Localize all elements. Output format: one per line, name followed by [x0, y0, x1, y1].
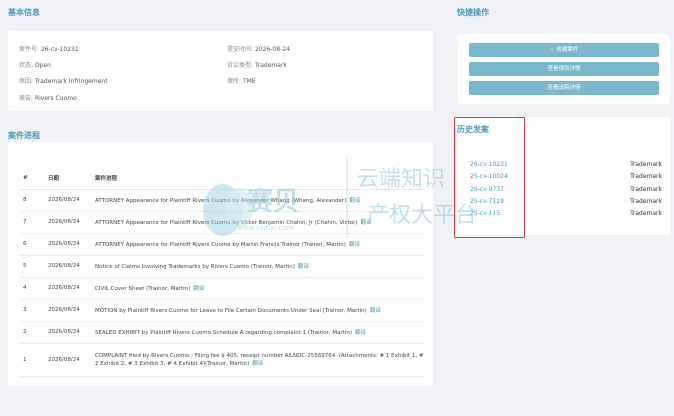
col-date: 日期 [48, 167, 95, 190]
translate-link[interactable]: 翻译 [349, 198, 360, 204]
row-event: ATTORNEY Appearance for Plaintiff Rivers… [95, 189, 425, 212]
progress-table: # 日期 案件进程 8 2026/08/24 ATTORNEY Appearance… [20, 167, 425, 377]
row-index: 3 [20, 299, 48, 322]
favorite-case-button[interactable]: ☆ 收藏案件 [469, 43, 659, 57]
row-index: 6 [20, 233, 48, 256]
row-date: 2026/08/24 [48, 211, 95, 234]
table-row: 1 2026/08/24 COMPLAINT filed by Rivers Cuo… [20, 343, 425, 377]
table-row: 8 2026/08/24 ATTORNEY Appearance for Plain… [20, 189, 425, 212]
table-row: 4 2026/08/24 CIVIL Cover Sheet (Trainor, M… [20, 277, 425, 300]
row-event: COMPLAINT filed by Rivers Cuomo ; Filing… [95, 343, 425, 377]
history-case-type: Trademark [630, 173, 662, 181]
lawyer-row: 律所: TME [227, 78, 256, 85]
table-row: 7 2026/08/24 ATTORNEY Appearance for Plain… [20, 211, 425, 234]
view-firm-detail-button[interactable]: 查看律所详情 [469, 62, 659, 76]
row-index: 1 [20, 343, 48, 377]
translate-link[interactable]: 翻译 [193, 286, 204, 292]
history-highlight-box [454, 117, 525, 238]
translate-link[interactable]: 翻译 [355, 330, 366, 336]
translate-link[interactable]: 翻译 [298, 264, 309, 270]
row-index: 7 [20, 211, 48, 234]
row-event: CIVIL Cover Sheet (Trainor, Martin) 翻译 [95, 277, 425, 300]
table-row: 6 2026/08/24 ATTORNEY Appearance for Plain… [20, 233, 425, 256]
translate-link[interactable]: 翻译 [252, 361, 263, 367]
progress-title: 案件进程 [8, 131, 40, 140]
row-date: 2026/08/24 [48, 277, 95, 300]
basic-info-title: 基本信息 [8, 8, 40, 17]
case-no-row: 案件号: 26-cv-10231 [19, 46, 79, 53]
row-event: ATTORNEY Appearance for Plaintiff Rivers… [95, 233, 425, 256]
quick-actions-title: 快捷操作 [457, 8, 489, 17]
row-date: 2026/08/24 [48, 233, 95, 256]
case-no-value: 26-cv-10231 [40, 46, 79, 53]
row-date: 2026/08/24 [48, 255, 95, 278]
row-date: 2026/08/24 [48, 299, 95, 322]
quick-actions-card: ☆ 收藏案件 查看律所详情 查看法院详情 [457, 34, 670, 104]
row-event: ATTORNEY Appearance for Plaintiff Rivers… [95, 211, 425, 234]
status-row: 状态: Open [19, 62, 51, 69]
row-date: 2026/08/24 [48, 321, 95, 344]
plaintiff-value: Rivers Cuomo [34, 95, 77, 102]
row-index: 2 [20, 321, 48, 344]
case-type-row: 诉讼类型: Trademark [227, 62, 287, 69]
row-index: 4 [20, 277, 48, 300]
lawyer-value: TME [242, 78, 256, 85]
row-event: MOTION by Plaintiff Rivers Cuomo for Lea… [95, 299, 425, 322]
basic-info-card: 案件号: 26-cv-10231 提交时间: 2026-08-24 状态: Op… [8, 31, 433, 111]
table-row: 2 2026/08/24 SEALED EXHIBIT by Plaintiff R… [20, 321, 425, 344]
submit-date-row: 提交时间: 2026-08-24 [227, 46, 290, 53]
status-value: Open [34, 62, 51, 69]
history-case-type: Trademark [630, 197, 662, 205]
progress-header-row: # 日期 案件进程 [20, 167, 425, 190]
col-event: 案件进程 [95, 167, 425, 190]
col-index: # [20, 167, 48, 190]
plaintiff-row: 原告: Rivers Cuomo [19, 95, 77, 102]
case-type-value: Trademark [254, 62, 287, 69]
translate-link[interactable]: 翻译 [361, 220, 372, 226]
translate-link[interactable]: 翻译 [349, 242, 360, 248]
row-index: 8 [20, 189, 48, 212]
row-event: Notice of Claims Involving Trademarks by… [95, 255, 425, 278]
row-date: 2026/08/24 [48, 343, 95, 377]
row-event: SEALED EXHIBIT by Plaintiff Rivers Cuomo… [95, 321, 425, 344]
row-date: 2026/08/24 [48, 189, 95, 212]
view-court-detail-button[interactable]: 查看法院详情 [469, 81, 659, 95]
row-index: 5 [20, 255, 48, 278]
submit-date-value: 2026-08-24 [254, 46, 290, 53]
translate-link[interactable]: 翻译 [370, 308, 381, 314]
progress-card: # 日期 案件进程 8 2026/08/24 ATTORNEY Appearance… [8, 142, 433, 386]
table-row: 5 2026/08/24 Notice of Claims Involving Tr… [20, 255, 425, 278]
history-case-type: Trademark [630, 210, 662, 218]
cause-row: 原因: Trademark Infringement [19, 78, 108, 85]
history-case-type: Trademark [630, 161, 662, 168]
table-row: 3 2026/08/24 MOTION by Plaintiff Rivers Cu… [20, 299, 425, 322]
cause-value: Trademark Infringement [34, 78, 108, 85]
history-case-type: Trademark [630, 185, 662, 193]
